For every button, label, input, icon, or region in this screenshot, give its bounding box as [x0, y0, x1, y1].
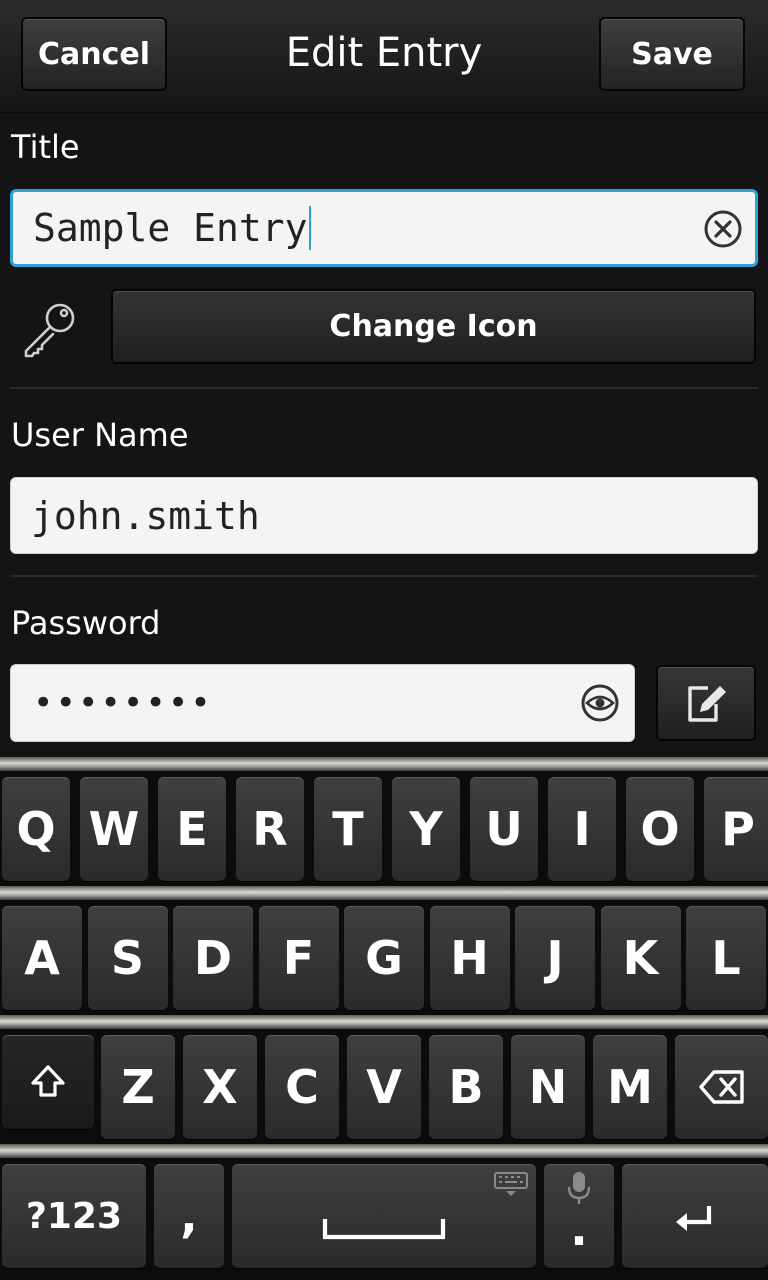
password-field-value: •••••••• — [33, 683, 213, 723]
username-label: User Name — [11, 416, 189, 454]
period-key[interactable]: . — [544, 1164, 614, 1268]
title-field[interactable]: Sample Entry — [10, 189, 758, 267]
password-field[interactable]: •••••••• — [10, 664, 635, 742]
key-x[interactable]: X — [183, 1035, 257, 1139]
key-d[interactable]: D — [173, 906, 253, 1010]
key-k[interactable]: K — [600, 906, 681, 1010]
virtual-keyboard: QWERTYUIOP ASDFGHJKL ZXCVBNM ?123 , . — [0, 757, 768, 1280]
keyboard-separator — [0, 757, 768, 771]
generate-password-button[interactable] — [656, 665, 756, 741]
key-h[interactable]: H — [429, 906, 510, 1010]
shift-key[interactable] — [2, 1035, 94, 1129]
change-icon-button[interactable]: Change Icon — [111, 289, 756, 364]
backspace-icon — [698, 1070, 744, 1104]
key-r[interactable]: R — [236, 777, 304, 881]
space-bar-icon — [322, 1219, 446, 1240]
key-o[interactable]: O — [626, 777, 694, 881]
key-u[interactable]: U — [470, 777, 538, 881]
keyboard-icon — [494, 1172, 528, 1196]
keyboard-separator — [0, 1144, 768, 1158]
edit-icon — [688, 686, 726, 722]
symbols-key[interactable]: ?123 — [2, 1164, 146, 1268]
password-label: Password — [11, 604, 161, 642]
divider — [10, 387, 758, 389]
key-b[interactable]: B — [429, 1035, 503, 1139]
key-m[interactable]: M — [593, 1035, 667, 1139]
cancel-button[interactable]: Cancel — [21, 17, 167, 91]
key-v[interactable]: V — [347, 1035, 421, 1139]
title-label: Title — [11, 128, 80, 166]
divider — [10, 575, 758, 577]
keyboard-separator — [0, 886, 768, 900]
space-key[interactable] — [232, 1164, 536, 1268]
key-t[interactable]: T — [314, 777, 382, 881]
eye-icon[interactable] — [578, 683, 622, 723]
title-bar: Cancel Edit Entry Save — [0, 0, 768, 113]
key-l[interactable]: L — [686, 906, 766, 1010]
text-caret — [308, 206, 311, 250]
clear-icon[interactable] — [703, 209, 743, 249]
key-f[interactable]: F — [258, 906, 339, 1010]
save-button[interactable]: Save — [599, 17, 745, 91]
key-y[interactable]: Y — [392, 777, 460, 881]
keyboard-separator — [0, 1015, 768, 1029]
period-label: . — [570, 1202, 588, 1256]
title-field-value: Sample Entry — [33, 206, 308, 250]
page-title: Edit Entry — [285, 30, 483, 76]
key-q[interactable]: Q — [2, 777, 70, 881]
key-p[interactable]: P — [704, 777, 768, 881]
key-c[interactable]: C — [265, 1035, 339, 1139]
key-e[interactable]: E — [158, 777, 226, 881]
microphone-icon — [567, 1172, 591, 1204]
enter-key[interactable] — [622, 1164, 768, 1268]
key-g[interactable]: G — [344, 906, 424, 1010]
key-z[interactable]: Z — [101, 1035, 175, 1139]
key-j[interactable]: J — [515, 906, 595, 1010]
key-s[interactable]: S — [87, 906, 168, 1010]
username-field-value: john.smith — [31, 493, 260, 538]
enter-icon — [676, 1206, 712, 1231]
key-i[interactable]: I — [548, 777, 616, 881]
username-field[interactable]: john.smith — [10, 477, 758, 554]
key-w[interactable]: W — [80, 777, 148, 881]
key-a[interactable]: A — [2, 906, 82, 1010]
comma-key[interactable]: , — [154, 1164, 224, 1268]
shift-icon — [31, 1065, 65, 1097]
key-icon — [24, 303, 75, 358]
backspace-key[interactable] — [675, 1035, 768, 1139]
key-n[interactable]: N — [511, 1035, 585, 1139]
